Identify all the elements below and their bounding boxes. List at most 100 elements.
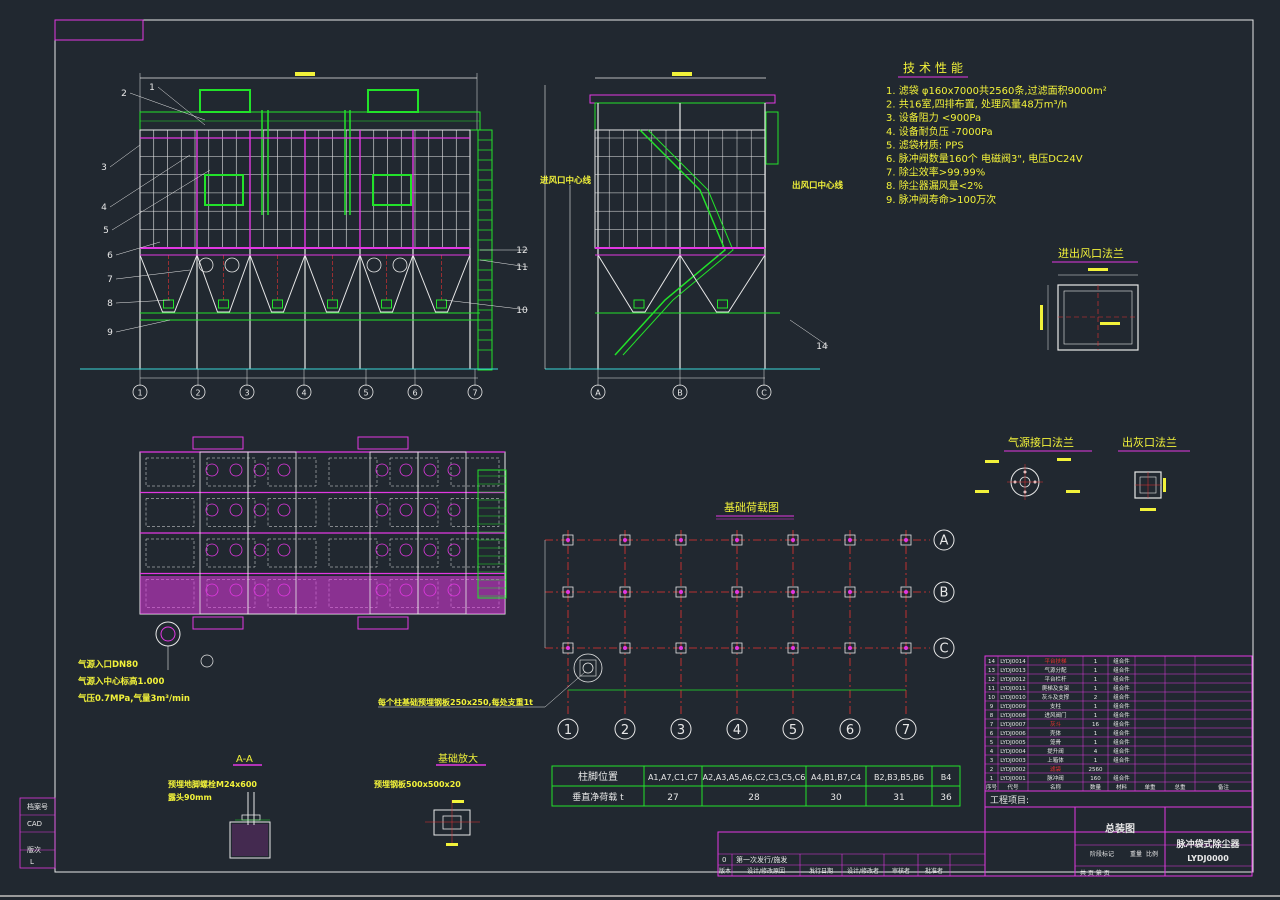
- inlet-center-label: 进风口中心线: [540, 175, 592, 186]
- bom-cell: 4: [1094, 749, 1098, 755]
- col-label: 1: [564, 723, 572, 738]
- bom-cell: 灰斗: [1050, 720, 1062, 728]
- left-strip-label: CAD: [27, 820, 42, 828]
- bom-cell: 4: [990, 749, 994, 755]
- tech-spec-list: 1. 滤袋 φ160x7000共2560条,过滤面积9000m²2. 共16室,…: [886, 84, 1107, 206]
- part-callout: 10: [516, 306, 528, 316]
- load-table-row-label: 垂直净荷载 t: [572, 791, 624, 803]
- bom-cell: 2560: [1089, 767, 1103, 773]
- embed-note: 每个柱基础预埋钢板250x250,每处支重1t: [378, 697, 533, 707]
- bom-cell: 1: [1094, 758, 1098, 764]
- ash-flange-title: 出灰口法兰: [1122, 435, 1177, 449]
- load-table-value: 36: [940, 793, 952, 803]
- bom-cell: LYDJ0014: [1000, 659, 1026, 665]
- bom-cell: 5: [990, 740, 994, 746]
- bom-cell: 11: [988, 686, 995, 692]
- outlet-center-label: 出风口中心线: [792, 180, 844, 191]
- flange-details: [975, 268, 1166, 511]
- bom-cell: LYDJ0009: [1000, 704, 1026, 710]
- bom-cell: LYDJ0010: [1000, 695, 1026, 701]
- bom-cell: 6: [990, 731, 994, 737]
- bill-of-materials: 14 LYDJ0014 平台扶梯 1 组合件13 LYDJ0013 气源分配 1 组合件12 LY…: [984, 655, 1253, 792]
- air-note-3: 气压0.7MPa,气量3m³/min: [77, 693, 190, 704]
- load-table-value: 27: [667, 793, 678, 803]
- bom-cell: 1: [1094, 740, 1098, 746]
- bom-cell: 16: [1092, 722, 1099, 728]
- tech-spec-item: 2. 共16室,四排布置, 处理风量48万m³/h: [886, 98, 1067, 111]
- air-note-2: 气源入中心标高1.000: [77, 676, 164, 687]
- axis-label: A: [595, 389, 601, 398]
- bom-cell: 1: [1094, 677, 1098, 683]
- bom-cell: LYDJ0004: [1000, 749, 1026, 755]
- col-label: 4: [733, 723, 741, 738]
- front-elevation: [80, 72, 498, 379]
- project-label: 工程项目:: [990, 795, 1029, 806]
- air-note-1: 气源入口DN80: [77, 659, 138, 670]
- flange-title: 进出风口法兰: [1058, 246, 1124, 260]
- axis-label: 6: [412, 389, 417, 398]
- bom-cell: 组合件: [1113, 747, 1130, 755]
- axis-label: 2: [195, 389, 200, 398]
- bom-cell: 9: [990, 704, 994, 710]
- bom-header: 单重: [1144, 783, 1156, 791]
- bom-cell: LYDJ0011: [1000, 686, 1026, 692]
- bom-cell: 13: [988, 668, 995, 674]
- left-strip-value: L: [30, 858, 34, 866]
- tech-spec-item: 4. 设备耐负压 -7000Pa: [886, 125, 993, 138]
- part-callout: 9: [107, 328, 113, 338]
- load-table-value: 28: [748, 793, 760, 803]
- bom-cell: 组合件: [1113, 702, 1130, 710]
- bom-cell: 160: [1090, 776, 1101, 782]
- bom-cell: 组合件: [1113, 738, 1130, 746]
- bom-cell: 1: [1094, 668, 1098, 674]
- bom-cell: 1: [990, 776, 994, 782]
- part-callout: 12: [516, 246, 527, 256]
- section-aa-title: A-A: [236, 754, 253, 765]
- left-revision-strip: 档案号 CAD 版次 L: [19, 797, 56, 869]
- tech-spec-item: 3. 设备阻力 <900Pa: [886, 111, 981, 124]
- col-label: 2: [621, 723, 629, 738]
- bom-cell: LYDJ0002: [1000, 767, 1026, 773]
- bom-cell: 7: [990, 722, 994, 728]
- col-label: 7: [902, 723, 910, 738]
- axis-label: B: [677, 389, 683, 398]
- bom-cell: 组合件: [1113, 756, 1130, 764]
- revision-note: 第一次发行/施发: [736, 855, 787, 864]
- bom-cell: 平台扶梯: [1044, 657, 1067, 665]
- bom-cell: 1: [1094, 704, 1098, 710]
- part-callout: 11: [516, 263, 527, 273]
- bom-cell: LYDJ0006: [1000, 731, 1026, 737]
- bom-cell: 2: [990, 767, 994, 773]
- load-table-header: B2,B3,B5,B6: [874, 773, 924, 782]
- bom-cell: 1: [1094, 731, 1098, 737]
- part-callout: 8: [107, 299, 113, 309]
- bom-cell: 组合件: [1113, 720, 1130, 728]
- revision-col-label: 设计/修改者: [847, 867, 879, 875]
- left-strip-label: 档案号: [27, 802, 48, 811]
- bom-header: 名称: [1050, 783, 1062, 791]
- embed-note-aa: 预埋地脚螺栓M24x600: [168, 779, 257, 789]
- part-callout: 5: [103, 226, 109, 236]
- scale-label: 比例: [1146, 850, 1158, 858]
- axis-label: 4: [301, 389, 306, 398]
- load-table-header: A4,B1,B7,C4: [811, 773, 861, 782]
- load-table: 柱脚位置 A1,A7,C1,C7 A2,A3,A5,A6,C2,C3,C5,C6 A4…: [551, 765, 961, 807]
- revision-col-label: 发行日期: [809, 867, 833, 875]
- tech-title: 技术性能: [903, 61, 967, 75]
- bom-cell: LYDJ0003: [1000, 758, 1026, 764]
- bom-cell: LYDJ0013: [1000, 668, 1026, 674]
- tech-spec-item: 1. 滤袋 φ160x7000共2560条,过滤面积9000m²: [886, 84, 1107, 97]
- revision-col-label: 设计/修改原因: [747, 867, 785, 875]
- load-table-value: 30: [830, 793, 842, 803]
- bom-cell: LYDJ0005: [1000, 740, 1026, 746]
- bom-header: 代号: [1007, 783, 1019, 791]
- bom-cell: LYDJ0007: [1000, 722, 1026, 728]
- axis-label: 1: [137, 389, 142, 398]
- bom-header: 数量: [1090, 783, 1102, 791]
- bom-cell: 组合件: [1113, 729, 1130, 737]
- sheet-label: 共 页 第 页: [1080, 869, 1110, 877]
- load-table-header: A1,A7,C1,C7: [648, 773, 698, 782]
- embed-note-aa2: 露头90mm: [168, 792, 212, 802]
- bom-cell: 组合件: [1113, 666, 1130, 674]
- stage-label: 阶段标记: [1090, 850, 1114, 858]
